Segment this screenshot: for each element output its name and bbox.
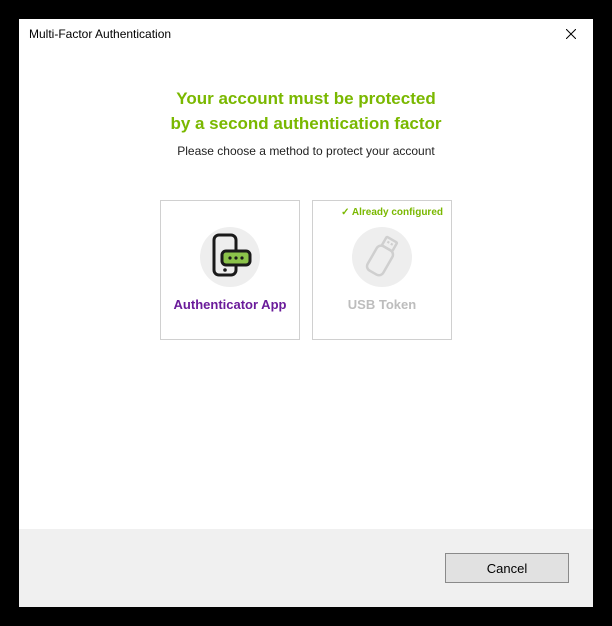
usb-label: USB Token (348, 297, 416, 312)
subtext: Please choose a method to protect your a… (19, 144, 593, 158)
options-row: Authenticator App ✓ Already configured (19, 200, 593, 340)
titlebar: Multi-Factor Authentication (19, 19, 593, 49)
heading-line2: by a second authentication factor (19, 112, 593, 137)
cancel-label: Cancel (487, 561, 527, 576)
authenticator-icon-wrap (196, 223, 264, 291)
close-icon (566, 29, 576, 39)
usb-icon-wrap (348, 223, 416, 291)
window-title: Multi-Factor Authentication (29, 27, 171, 41)
authenticator-label: Authenticator App (174, 297, 287, 312)
content-area: Your account must be protected by a seco… (19, 49, 593, 529)
option-authenticator-app[interactable]: Authenticator App (160, 200, 300, 340)
heading-line1: Your account must be protected (19, 87, 593, 112)
mfa-dialog: Multi-Factor Authentication Your account… (19, 19, 593, 607)
cancel-button[interactable]: Cancel (445, 553, 569, 583)
close-button[interactable] (548, 19, 593, 49)
authenticator-app-icon (204, 231, 256, 283)
usb-status-badge: ✓ Already configured (341, 207, 443, 218)
usb-token-icon (356, 231, 408, 283)
dialog-footer: Cancel (19, 529, 593, 607)
heading: Your account must be protected by a seco… (19, 87, 593, 136)
option-usb-token[interactable]: ✓ Already configured USB Token (312, 200, 452, 340)
